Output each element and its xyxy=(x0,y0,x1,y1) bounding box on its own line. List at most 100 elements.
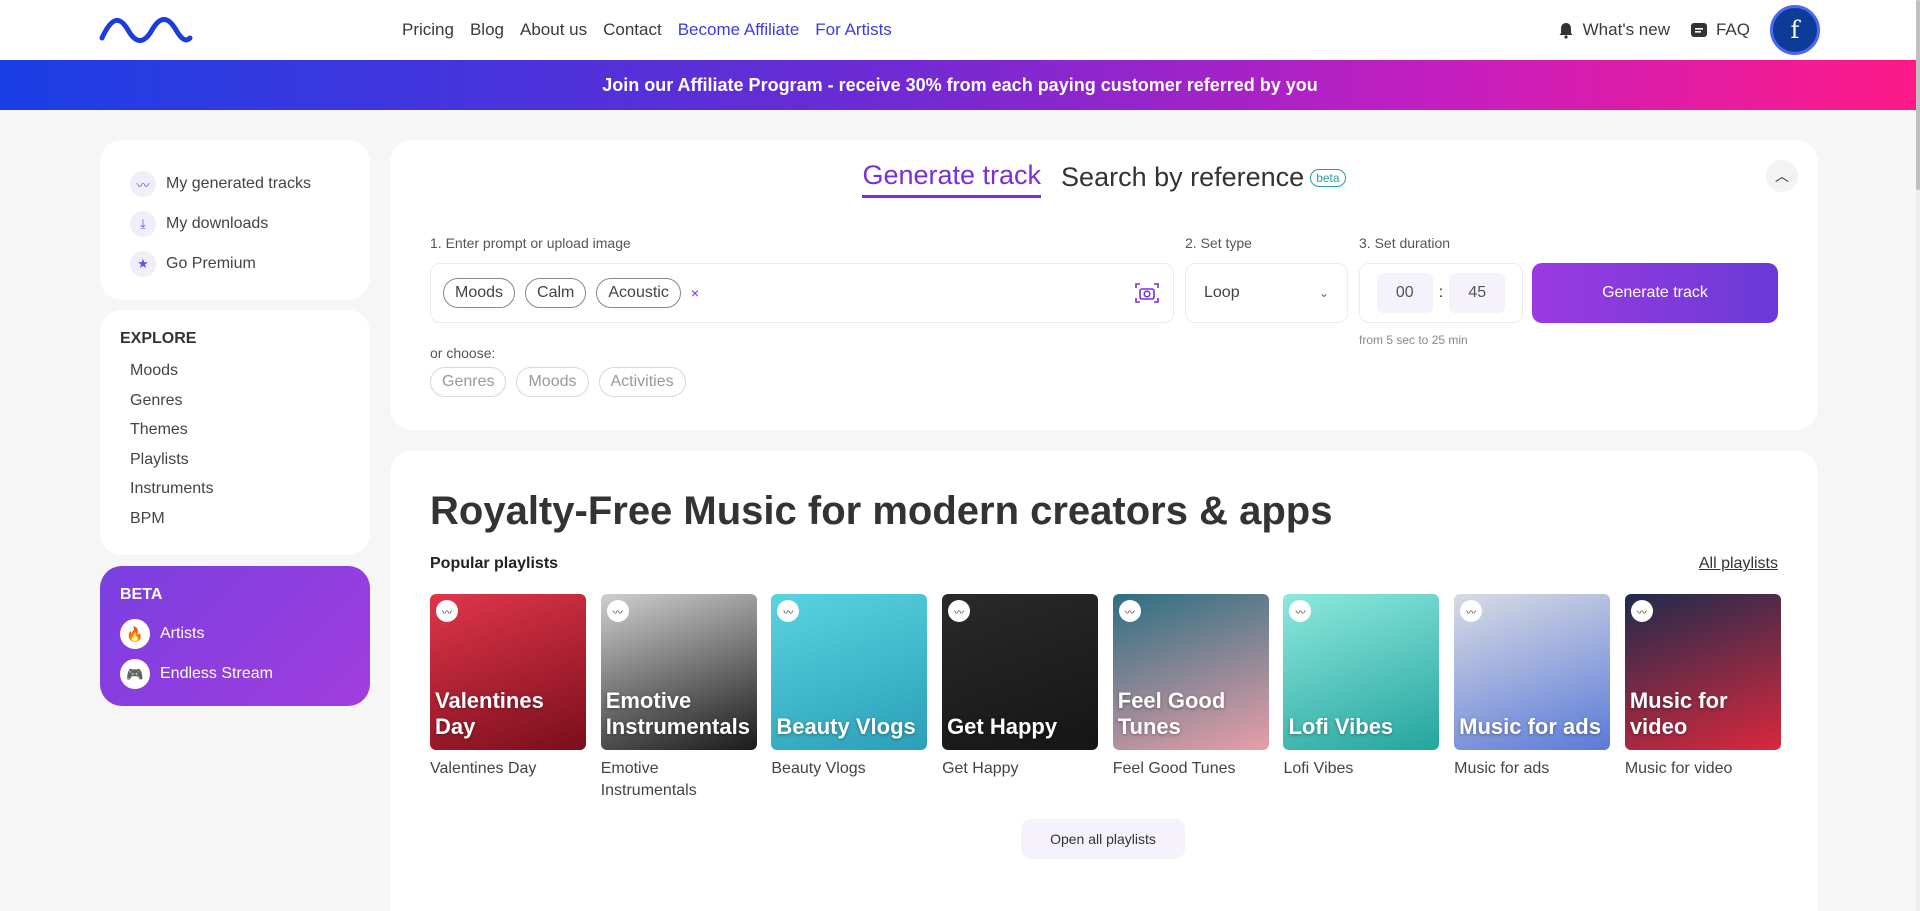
playlist-caption: Emotive Instrumentals xyxy=(600,760,697,799)
popular-playlists-label: Popular playlists xyxy=(430,555,559,572)
beta-title: BETA xyxy=(120,586,163,603)
option-activities[interactable]: Activities xyxy=(598,367,686,397)
top-bar: Pricing Blog About us Contact Become Aff… xyxy=(0,0,1920,60)
main-content: Royalty-Free Music for modern creators &… xyxy=(390,451,1818,911)
tab-search-by-reference[interactable]: Search by reference beta xyxy=(1061,162,1346,197)
main-nav: Pricing Blog About us Contact Become Aff… xyxy=(402,0,892,60)
sidebar-item-label: Artists xyxy=(160,625,205,642)
generate-track-button[interactable]: Generate track xyxy=(1532,263,1778,323)
sidebar-item-artists[interactable]: 🔥 Artists xyxy=(120,614,350,654)
tab-generate-track[interactable]: Generate track xyxy=(862,160,1042,198)
playlist-card[interactable]: 〰 Emotive Instrumentals Emotive Instrume… xyxy=(600,594,757,802)
clear-chips-icon[interactable]: × xyxy=(691,285,699,301)
bell-icon xyxy=(1559,23,1573,39)
wave-icon: 〰 xyxy=(1118,600,1141,622)
duration-hint: from 5 sec to 25 min xyxy=(1359,333,1468,347)
playlist-thumb-title: Feel Good Tunes xyxy=(1117,688,1226,739)
playlist-caption: Feel Good Tunes xyxy=(1112,760,1236,777)
whats-new-link[interactable]: What's new xyxy=(1557,20,1670,40)
playlist-card[interactable]: 〰 Beauty Vlogs Beauty Vlogs xyxy=(771,594,928,802)
option-moods[interactable]: Moods xyxy=(516,367,589,397)
explore-genres[interactable]: Genres xyxy=(120,386,350,416)
option-genres[interactable]: Genres xyxy=(430,367,507,397)
explore-themes[interactable]: Themes xyxy=(120,415,350,445)
generator-tabs: Generate track Search by reference beta xyxy=(390,160,1818,198)
nav-become-affiliate[interactable]: Become Affiliate xyxy=(678,20,800,40)
sidebar-item-label: Go Premium xyxy=(166,255,256,272)
step3-label: 3. Set duration xyxy=(1359,235,1451,251)
sidebar-explore: EXPLORE Moods Genres Themes Playlists In… xyxy=(100,310,370,555)
affiliate-banner[interactable]: Join our Affiliate Program - receive 30%… xyxy=(0,60,1920,110)
choose-options: Genres Moods Activities xyxy=(430,367,686,397)
faq-link[interactable]: FAQ xyxy=(1690,20,1750,40)
gamepad-icon: 🎮 xyxy=(120,659,150,689)
nav-blog[interactable]: Blog xyxy=(470,20,504,40)
explore-instruments[interactable]: Instruments xyxy=(120,474,350,504)
playlist-thumb-title: Emotive Instrumentals xyxy=(605,688,750,739)
wave-icon: 〰 xyxy=(1630,600,1653,622)
nav-contact[interactable]: Contact xyxy=(603,20,662,40)
faq-label: FAQ xyxy=(1715,20,1750,39)
page-scrollbar[interactable] xyxy=(1916,0,1920,911)
nav-for-artists[interactable]: For Artists xyxy=(815,20,892,40)
playlist-caption: Music for video xyxy=(1624,760,1733,777)
wave-icon: 〰 xyxy=(130,171,156,197)
sidebar-item-label: My downloads xyxy=(166,215,269,232)
playlist-thumbnail: 〰 Beauty Vlogs xyxy=(771,594,928,750)
duration-minutes[interactable]: 00 xyxy=(1376,273,1433,313)
scrollbar-thumb[interactable] xyxy=(1916,0,1920,190)
wave-icon: 〰 xyxy=(436,600,458,622)
playlist-card[interactable]: 〰 Music for ads Music for ads xyxy=(1454,594,1611,802)
sidebar-item-downloads[interactable]: ⤓ My downloads xyxy=(130,204,340,244)
nav-about-us[interactable]: About us xyxy=(520,20,587,40)
camera-icon[interactable] xyxy=(1131,277,1163,309)
step1-label: 1. Enter prompt or upload image xyxy=(430,235,631,251)
sidebar-user-menu: 〰 My generated tracks ⤓ My downloads ★ G… xyxy=(100,140,370,300)
sidebar-item-endless-stream[interactable]: 🎮 Endless Stream xyxy=(120,654,350,694)
wave-icon: 〰 xyxy=(606,600,629,622)
sidebar-item-label: My generated tracks xyxy=(166,175,311,192)
playlist-card[interactable]: 〰 Lofi Vibes Lofi Vibes xyxy=(1283,594,1440,802)
playlist-grid: 〰 Valentines Day Valentines Day 〰 Emotiv… xyxy=(430,594,1781,802)
duration-separator: : xyxy=(1438,284,1444,301)
playlist-caption: Beauty Vlogs xyxy=(771,760,866,777)
prompt-chip[interactable]: Acoustic xyxy=(596,278,681,308)
download-icon: ⤓ xyxy=(130,211,156,237)
explore-playlists[interactable]: Playlists xyxy=(120,445,350,475)
right-nav: What's new FAQ f xyxy=(1557,0,1820,60)
playlist-thumbnail: 〰 Lofi Vibes xyxy=(1283,594,1440,750)
explore-title: EXPLORE xyxy=(120,330,197,347)
explore-moods[interactable]: Moods xyxy=(120,356,350,386)
prompt-chip[interactable]: Moods xyxy=(443,278,516,308)
playlist-thumb-title: Music for ads xyxy=(1459,714,1601,739)
prompt-chip[interactable]: Calm xyxy=(525,278,587,308)
playlist-card[interactable]: 〰 Feel Good Tunes Feel Good Tunes xyxy=(1112,594,1269,802)
playlist-card[interactable]: 〰 Music for video Music for video xyxy=(1624,594,1781,802)
type-select[interactable]: Loop ⌄ xyxy=(1185,263,1348,323)
user-avatar[interactable]: f xyxy=(1770,5,1820,55)
playlist-caption: Get Happy xyxy=(942,760,1019,777)
duration-seconds[interactable]: 45 xyxy=(1449,273,1506,313)
sidebar-beta: BETA 🔥 Artists 🎮 Endless Stream xyxy=(100,566,370,706)
open-all-playlists-button[interactable]: Open all playlists xyxy=(1021,819,1185,859)
playlist-caption: Valentines Day xyxy=(430,760,537,777)
nav-pricing[interactable]: Pricing xyxy=(402,20,454,40)
beta-badge: beta xyxy=(1310,169,1346,188)
prompt-input[interactable]: Moods Calm Acoustic × xyxy=(430,263,1174,323)
all-playlists-link[interactable]: All playlists xyxy=(1699,555,1778,573)
sidebar-item-generated-tracks[interactable]: 〰 My generated tracks xyxy=(130,164,340,204)
playlist-card[interactable]: 〰 Get Happy Get Happy xyxy=(942,594,1099,802)
collapse-button[interactable]: ︿ xyxy=(1766,160,1798,192)
playlist-card[interactable]: 〰 Valentines Day Valentines Day xyxy=(430,594,586,802)
generator-card: Generate track Search by reference beta ︿… xyxy=(390,140,1818,430)
chevron-down-icon: ⌄ xyxy=(1318,286,1329,300)
playlist-thumbnail: 〰 Emotive Instrumentals xyxy=(600,594,757,750)
sidebar-item-go-premium[interactable]: ★ Go Premium xyxy=(130,244,340,284)
playlist-thumb-title: Get Happy xyxy=(947,714,1058,739)
playlist-caption: Music for ads xyxy=(1454,760,1550,777)
playlist-thumb-title: Beauty Vlogs xyxy=(776,714,916,739)
wave-icon: 〰 xyxy=(1289,600,1312,622)
playlist-thumb-title: Valentines Day xyxy=(435,688,544,739)
explore-bpm[interactable]: BPM xyxy=(120,504,350,534)
wave-logo-icon[interactable] xyxy=(98,14,194,46)
